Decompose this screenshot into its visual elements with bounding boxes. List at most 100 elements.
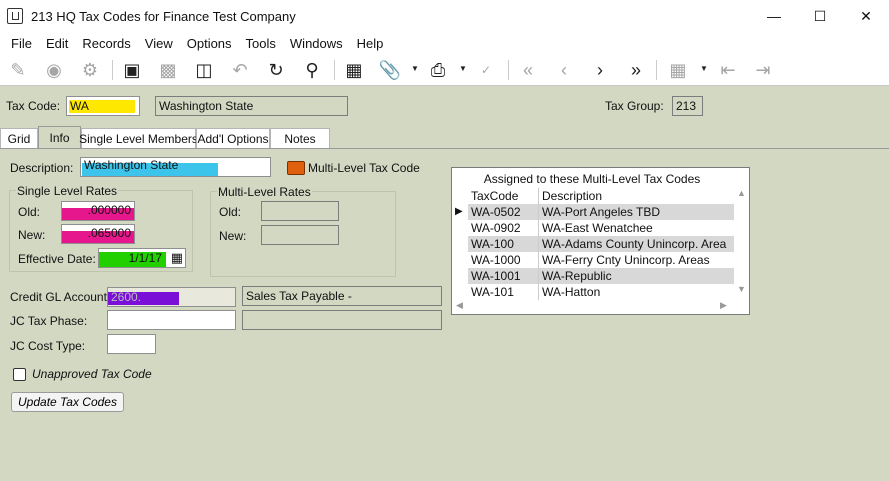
effective-date-label: Effective Date: xyxy=(18,252,96,266)
scroll-up-icon[interactable]: ▲ xyxy=(737,188,746,198)
binoculars-icon[interactable]: ◉ xyxy=(42,58,66,82)
grid-settings-icon[interactable]: ▦ xyxy=(666,58,690,82)
first-page-icon[interactable]: ⇤ xyxy=(716,58,740,82)
jc-tax-phase-label: JC Tax Phase: xyxy=(10,314,88,328)
scroll-left-icon[interactable]: ◀ xyxy=(456,300,463,311)
print-icon[interactable]: ⎙ xyxy=(426,58,450,82)
tax-group-value: 213 xyxy=(672,96,703,116)
calculator-icon[interactable]: ▦ xyxy=(342,58,366,82)
menu-edit[interactable]: Edit xyxy=(39,36,75,51)
single-level-title: Single Level Rates xyxy=(16,184,119,198)
assigned-grid-title: Assigned to these Multi-Level Tax Codes xyxy=(483,172,701,186)
table-row[interactable]: WA-101 WA-Hatton xyxy=(468,284,734,300)
jc-tax-phase-description xyxy=(242,310,442,330)
jc-cost-type-input[interactable] xyxy=(107,334,156,354)
multilevel-checkbox[interactable] xyxy=(287,161,305,175)
unapproved-label: Unapproved Tax Code xyxy=(32,367,152,381)
table-row[interactable]: WA-1001 WA-Republic xyxy=(468,268,734,284)
table-row[interactable]: WA-1000 WA-Ferry Cnty Unincorp. Areas xyxy=(468,252,734,268)
last-page-icon[interactable]: ⇥ xyxy=(751,58,775,82)
ml-new-label: New: xyxy=(219,229,247,243)
close-icon[interactable]: ✕ xyxy=(843,0,889,32)
current-row-indicator-icon: ▶ xyxy=(455,206,463,217)
assigned-grid: Assigned to these Multi-Level Tax Codes … xyxy=(451,167,750,315)
scroll-down-icon[interactable]: ▼ xyxy=(737,284,746,294)
tab-addl-options[interactable]: Add'l Options xyxy=(196,128,270,148)
description-input[interactable]: Washington State xyxy=(80,157,271,177)
window-controls: — ☐ ✕ xyxy=(751,0,889,32)
search-icon[interactable]: ⚲ xyxy=(300,58,324,82)
credit-gl-input[interactable]: 2600. xyxy=(107,287,236,307)
old-rate-input[interactable]: .000000 xyxy=(61,201,135,221)
next-record-icon[interactable]: › xyxy=(588,58,612,82)
jc-cost-type-label: JC Cost Type: xyxy=(10,339,86,353)
table-row[interactable]: WA-0502 WA-Port Angeles TBD xyxy=(468,204,734,220)
attach-icon[interactable]: 📎 xyxy=(378,58,402,82)
first-record-icon[interactable]: « xyxy=(516,58,540,82)
minimize-icon[interactable]: — xyxy=(751,0,797,32)
ml-old-label: Old: xyxy=(219,205,242,219)
unapproved-checkbox[interactable] xyxy=(13,368,26,381)
tab-grid[interactable]: Grid xyxy=(0,128,38,148)
save-icon[interactable]: ▩ xyxy=(156,58,180,82)
tab-strip: Grid Info Single Level Members Add'l Opt… xyxy=(0,126,889,148)
menu-tools[interactable]: Tools xyxy=(239,36,283,51)
vertical-scrollbar[interactable]: ▲ ▼ xyxy=(734,188,749,300)
menu-windows[interactable]: Windows xyxy=(283,36,350,51)
title-bar: 213 HQ Tax Codes for Finance Test Compan… xyxy=(0,0,889,32)
multi-level-title: Multi-Level Rates xyxy=(217,185,312,199)
tax-code-description: Washington State xyxy=(155,96,348,116)
scroll-right-icon[interactable]: ▶ xyxy=(720,300,727,311)
maximize-icon[interactable]: ☐ xyxy=(797,0,843,32)
table-row[interactable]: WA-0902 WA-East Wenatchee xyxy=(468,220,734,236)
grid-settings-dropdown-icon[interactable]: ▼ xyxy=(700,64,708,73)
col-header-taxcode[interactable]: TaxCode xyxy=(471,189,518,203)
menu-records[interactable]: Records xyxy=(75,36,137,51)
credit-gl-description: Sales Tax Payable - xyxy=(242,286,442,306)
undo-icon[interactable]: ↶ xyxy=(228,58,252,82)
new-rate-label: New: xyxy=(18,228,46,242)
table-row[interactable]: WA-100 WA-Adams County Unincorp. Area xyxy=(468,236,734,252)
ml-new-value xyxy=(261,225,339,245)
edit-icon[interactable]: ✎ xyxy=(6,58,30,82)
last-record-icon[interactable]: » xyxy=(624,58,648,82)
ml-old-value xyxy=(261,201,339,221)
tax-code-input[interactable]: WA xyxy=(66,96,140,116)
menu-view[interactable]: View xyxy=(138,36,180,51)
tax-group-label: Tax Group: xyxy=(605,99,664,113)
effective-date-input[interactable]: 1/1/17 ▦ xyxy=(98,248,186,268)
gear-icon[interactable]: ⚙ xyxy=(78,58,102,82)
menu-help[interactable]: Help xyxy=(350,36,391,51)
toolbar-separator xyxy=(334,60,335,80)
toolbar-separator xyxy=(508,60,509,80)
spellcheck-icon[interactable]: ✓ xyxy=(474,58,498,82)
previous-record-icon[interactable]: ‹ xyxy=(552,58,576,82)
assigned-grid-header: TaxCode Description xyxy=(468,188,734,204)
credit-gl-label: Credit GL Account: xyxy=(10,290,111,304)
toolbar-separator xyxy=(656,60,657,80)
window-title: 213 HQ Tax Codes for Finance Test Compan… xyxy=(31,8,296,24)
menu-file[interactable]: File xyxy=(4,36,39,51)
old-rate-label: Old: xyxy=(18,205,41,219)
menu-options[interactable]: Options xyxy=(180,36,239,51)
horizontal-scrollbar[interactable]: ◀ ▶ xyxy=(452,300,749,314)
calendar-icon[interactable]: ▦ xyxy=(171,250,183,266)
menu-bar: File Edit Records View Options Tools Win… xyxy=(0,32,889,54)
print-dropdown-icon[interactable]: ▼ xyxy=(459,64,467,73)
record-header: Tax Code: WA Washington State Tax Group:… xyxy=(0,88,889,126)
toolbar-separator xyxy=(112,60,113,80)
tab-single-level-members[interactable]: Single Level Members xyxy=(79,128,198,148)
jc-tax-phase-input[interactable] xyxy=(107,310,236,330)
tab-info[interactable]: Info xyxy=(38,126,81,148)
tab-notes[interactable]: Notes xyxy=(270,128,330,148)
refresh-icon[interactable]: ↻ xyxy=(264,58,288,82)
col-header-description[interactable]: Description xyxy=(542,189,602,203)
new-rate-input[interactable]: .065000 xyxy=(61,224,135,244)
multilevel-label: Multi-Level Tax Code xyxy=(308,161,420,175)
document-icon[interactable]: ▣ xyxy=(120,58,144,82)
toolbar: ✎ ◉ ⚙ ▣ ▩ ◫ ↶ ↻ ⚲ ▦ 📎 ▼ ⎙ ▼ ✓ « ‹ › » ▦ … xyxy=(0,54,889,86)
update-tax-codes-button[interactable]: Update Tax Codes xyxy=(11,392,124,412)
attach-dropdown-icon[interactable]: ▼ xyxy=(411,64,419,73)
app-icon xyxy=(7,8,23,24)
delete-icon[interactable]: ◫ xyxy=(192,58,216,82)
